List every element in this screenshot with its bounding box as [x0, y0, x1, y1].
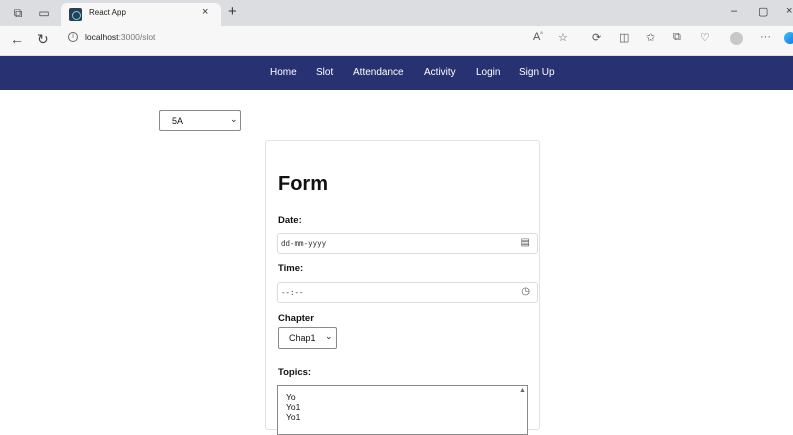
date-placeholder: dd-mm-yyyy: [281, 239, 327, 248]
favorites-icon[interactable]: ✩: [646, 31, 655, 44]
tab-close-button[interactable]: ×: [202, 6, 208, 18]
site-info-icon[interactable]: i: [68, 32, 78, 42]
nav-login-link[interactable]: Login: [476, 67, 500, 78]
browser-essentials-icon[interactable]: ♡: [700, 31, 710, 44]
form-title: Form: [278, 173, 328, 195]
class-select-value: 5A: [172, 116, 184, 126]
maximize-button[interactable]: ▢: [758, 5, 768, 18]
nav-attendance-link[interactable]: Attendance: [353, 67, 404, 78]
browser-tab[interactable]: React App ×: [61, 3, 221, 26]
new-tab-button[interactable]: +: [228, 3, 237, 20]
read-aloud-icon[interactable]: Aᵃ: [533, 31, 543, 43]
nav-slot-link[interactable]: Slot: [316, 67, 333, 78]
topic-option[interactable]: Yo1: [286, 402, 300, 412]
topics-listbox[interactable]: Yo Yo1 Yo1 ▲: [277, 385, 528, 435]
chevron-down-icon: ⌄: [325, 331, 333, 341]
favorite-star-icon[interactable]: ☆: [558, 31, 568, 44]
copilot-icon[interactable]: [784, 32, 793, 44]
slot-form-card: Form Date: dd-mm-yyyy ▤ Time: --:-- ◷ Ch…: [265, 140, 540, 435]
chapter-select-value: Chap1: [289, 333, 316, 343]
url-field[interactable]: localhost:3000/slot: [85, 32, 155, 42]
split-screen-icon[interactable]: ◫: [619, 31, 629, 44]
browser-tab-strip: ⧉ ▭ React App × + – ▢ ×: [0, 0, 793, 26]
class-select[interactable]: 5A ⌄: [159, 110, 241, 131]
time-input[interactable]: --:-- ◷: [277, 282, 538, 303]
date-input[interactable]: dd-mm-yyyy ▤: [277, 233, 538, 254]
scroll-up-arrow-icon[interactable]: ▲: [519, 387, 526, 394]
tab-title: React App: [89, 8, 126, 17]
chevron-down-icon: ⌄: [230, 114, 238, 124]
extension-icon[interactable]: ⟳: [592, 31, 601, 44]
clock-icon[interactable]: ◷: [521, 286, 530, 297]
url-host: localhost: [85, 32, 119, 42]
nav-home-link[interactable]: Home: [270, 67, 297, 78]
url-path: :3000/slot: [118, 32, 156, 42]
topic-option[interactable]: Yo: [286, 392, 296, 402]
tab-actions-icon[interactable]: ▭: [36, 5, 52, 21]
date-label: Date:: [278, 215, 302, 226]
time-label: Time:: [278, 263, 304, 274]
back-icon[interactable]: ←: [10, 31, 24, 47]
profile-avatar-icon[interactable]: [730, 32, 743, 45]
address-bar: ← ↻ i localhost:3000/slot Aᵃ ☆ ⟳ ◫ ✩ ⧉ ♡…: [0, 26, 793, 56]
more-options-icon[interactable]: ···: [760, 31, 771, 43]
chapter-label: Chapter: [278, 313, 314, 324]
nav-activity-link[interactable]: Activity: [424, 67, 456, 78]
collections-icon[interactable]: ⧉: [673, 31, 681, 44]
time-placeholder: --:--: [281, 288, 304, 297]
nav-signup-link[interactable]: Sign Up: [519, 67, 555, 78]
app-navbar: Home Slot Attendance Activity Login Sign…: [0, 56, 793, 90]
refresh-icon[interactable]: ↻: [37, 31, 49, 48]
chapter-select[interactable]: Chap1 ⌄: [278, 327, 337, 349]
react-favicon-icon: [69, 8, 82, 21]
topics-label: Topics:: [278, 367, 312, 378]
workspaces-icon[interactable]: ⧉: [10, 5, 26, 21]
minimize-button[interactable]: –: [731, 5, 737, 17]
calendar-icon[interactable]: ▤: [521, 237, 530, 248]
topic-option[interactable]: Yo1: [286, 412, 300, 422]
close-window-button[interactable]: ×: [786, 5, 792, 17]
